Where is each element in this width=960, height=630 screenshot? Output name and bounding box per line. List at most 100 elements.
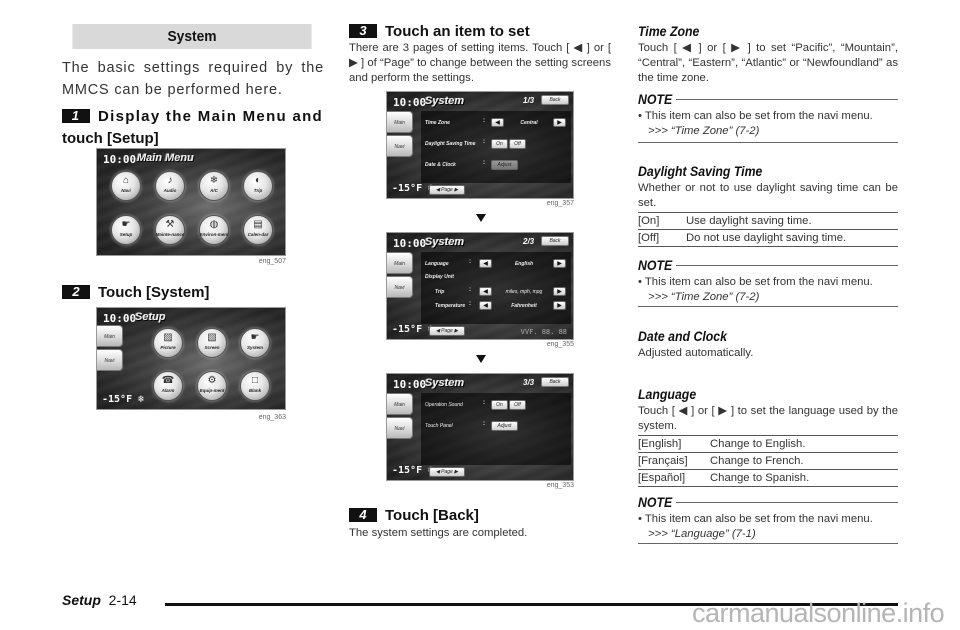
adjust-button: Adjust	[491, 160, 518, 170]
time-zone-heading: Time Zone	[638, 23, 700, 39]
ac-button: ❄ A/C	[199, 171, 229, 201]
clock: 10:00	[393, 378, 427, 391]
note-heading: NOTE	[638, 91, 898, 107]
watermark: carmanualsonline.info	[692, 598, 945, 628]
picture-button: ▨ Picture	[153, 328, 183, 358]
daylight-saving-heading: Daylight Saving Time	[638, 163, 763, 179]
option-desc: Change to English.	[710, 435, 898, 453]
system-page-2-screenshot: 10:00 System 2/3 Back Main Navi Language…	[386, 232, 574, 340]
screen-title: System	[425, 236, 465, 248]
outside-temperature: -15°F ❄	[392, 183, 435, 194]
car-icon: ⚙	[207, 375, 217, 386]
clock: 10:00	[393, 237, 427, 250]
alarm-button: ☎ Alarm	[153, 371, 183, 401]
step-number-badge: 1	[62, 109, 90, 123]
on-button: On	[491, 400, 508, 410]
outside-temperature: -15°F ❄	[102, 394, 145, 405]
arrow-left-icon: ◀	[479, 259, 492, 268]
page-indicator: 1/3	[523, 96, 535, 105]
home-icon: ⌂	[122, 175, 130, 186]
navi-tab: Navi	[97, 349, 123, 371]
trip-button: ◐ Trip	[243, 171, 273, 201]
image-caption: eng_355	[546, 341, 574, 348]
temperature-unit-value: Fahrenheit	[511, 303, 537, 309]
arrow-left-icon: ◀	[479, 301, 492, 310]
gauge-icon: ◐	[254, 175, 262, 186]
down-arrow-icon	[476, 214, 486, 222]
arrow-left-icon: ◀	[479, 287, 492, 296]
option-key: [Español]	[638, 469, 710, 487]
option-desc: Change to French.	[710, 452, 898, 470]
main-tab: Main	[97, 325, 123, 347]
tools-icon: ⚒	[165, 219, 175, 230]
colon-separator: :	[483, 118, 485, 124]
note-text: • This item can also be set from the nav…	[638, 110, 873, 122]
page-button: ◀ Page ▶	[429, 326, 465, 336]
display-unit-label: Display Unit	[425, 274, 454, 280]
note-heading: NOTE	[638, 257, 898, 273]
note-divider	[676, 99, 898, 100]
language-text: Touch [ ◀ ] or [ ▶ ] to set the language…	[638, 405, 898, 432]
note-body: • This item can also be set from the nav…	[638, 512, 898, 542]
clock: 10:00	[103, 153, 137, 166]
daylight-options-table: [On] Use daylight saving time. [Off] Do no…	[638, 212, 898, 247]
main-tab: Main	[387, 111, 413, 133]
intro-text: The basic settings required by the MMCS …	[62, 60, 324, 98]
hand-pointer-icon: ☛	[250, 332, 260, 343]
note-reference-link[interactable]: >>> “Time Zone” (7-2)	[638, 290, 898, 305]
colon-separator: :	[483, 421, 485, 427]
note-reference-link[interactable]: >>> “Time Zone” (7-2)	[638, 124, 898, 139]
page-indicator: 3/3	[523, 378, 535, 387]
setup-button: ☛ Setup	[111, 215, 141, 245]
arrow-right-icon: ▶	[553, 259, 566, 268]
system-page-3-screenshot: 10:00 System 3/3 Back Main Navi Operatio…	[386, 373, 574, 481]
hand-pointer-icon: ☛	[121, 219, 131, 230]
step-4-title: Touch [Back]	[385, 507, 479, 524]
option-desc: Do not use daylight saving time.	[686, 229, 898, 247]
system-button: ☛ System	[240, 328, 270, 358]
off-button: Off	[509, 139, 526, 149]
alarm-icon: ☎	[161, 375, 175, 386]
trip-label: Trip	[435, 289, 445, 295]
clock: 10:00	[103, 312, 137, 325]
on-button: On	[491, 139, 508, 149]
note-divider	[676, 265, 898, 266]
note-body: • This item can also be set from the nav…	[638, 109, 898, 139]
screen-title: Main Menu	[137, 152, 194, 164]
page-footer: Setup 2-14	[62, 592, 137, 608]
step-4-heading: 4 Touch [Back]	[349, 505, 479, 527]
clock: 10:00	[393, 96, 427, 109]
table-row: [English] Change to English.	[638, 435, 898, 453]
page-indicator: 2/3	[523, 237, 535, 246]
temperature-label: Temperature	[435, 303, 466, 309]
trip-unit-value: miles, mph, mpg	[505, 289, 543, 295]
blank-icon: □	[251, 375, 259, 386]
note-reference-link[interactable]: >>> “Language” (7-1)	[638, 527, 898, 542]
time-zone-text: Touch [ ◀ ] or [ ▶ ] to set “Pacific”, “…	[638, 42, 898, 84]
note-divider	[676, 502, 898, 503]
table-row: [Français] Change to French.	[638, 452, 898, 470]
page-button: ◀ Page ▶	[429, 467, 465, 477]
step-number-badge: 4	[349, 508, 377, 522]
step-number-badge: 3	[349, 24, 377, 38]
step-3-heading: 3 Touch an item to set	[349, 21, 530, 43]
option-key: [Off]	[638, 229, 686, 247]
divider	[638, 142, 898, 143]
step-1-heading: 1 Display the Main Menu and touch [Setup]	[62, 106, 324, 150]
calendar-button: ▤ Calen-dar	[243, 215, 273, 245]
arrow-left-icon: ◀	[491, 118, 504, 127]
arrow-right-icon: ▶	[553, 301, 566, 310]
note-title: NOTE	[638, 494, 673, 510]
colon-separator: :	[469, 259, 471, 265]
adjust-button: Adjust	[491, 421, 518, 431]
date-clock-heading: Date and Clock	[638, 328, 728, 344]
step-3-text: There are 3 pages of setting items. Touc…	[349, 42, 611, 84]
outside-temperature: -15°F ❄	[392, 324, 435, 335]
globe-icon: ◍	[209, 219, 219, 230]
option-key: [English]	[638, 435, 710, 453]
main-tab: Main	[387, 393, 413, 415]
colon-separator: :	[483, 139, 485, 145]
note-text: • This item can also be set from the nav…	[638, 276, 873, 288]
step-number-badge: 2	[62, 285, 90, 299]
navi-tab: Navi	[387, 135, 413, 157]
